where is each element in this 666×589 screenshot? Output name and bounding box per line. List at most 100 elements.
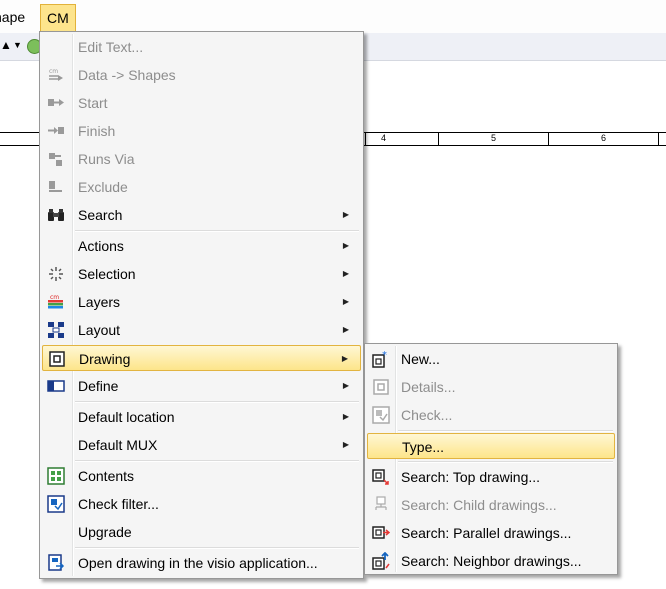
submenu-arrow-icon: ▶ bbox=[341, 354, 348, 363]
details-icon bbox=[373, 379, 389, 395]
menu-item-label: Data -> Shapes bbox=[78, 67, 176, 83]
menu-shape[interactable]: hape bbox=[0, 4, 31, 30]
menu-item-layout[interactable]: Layout ▶ bbox=[42, 317, 361, 343]
menu-item-label: Layout bbox=[78, 322, 121, 338]
submenu-arrow-icon: ▶ bbox=[342, 412, 349, 421]
menu-item-label: Open drawing in the visio application... bbox=[78, 555, 318, 571]
menu-item-default-location[interactable]: Default location ▶ bbox=[42, 404, 361, 430]
search-child-icon bbox=[375, 496, 387, 510]
menu-cm[interactable]: CM bbox=[40, 4, 76, 31]
pointer-icon[interactable]: ▲ bbox=[0, 38, 12, 52]
submenu-arrow-icon: ▶ bbox=[342, 269, 349, 278]
data-shapes-icon: cm bbox=[49, 68, 63, 81]
submenu-item-details[interactable]: Details... bbox=[367, 374, 615, 400]
menu-item-contents[interactable]: Contents bbox=[42, 463, 361, 489]
submenu-item-search-top[interactable]: Search: Top drawing... bbox=[367, 464, 615, 490]
menu-item-define[interactable]: Define ▶ bbox=[42, 373, 361, 399]
submenu-arrow-icon: ▶ bbox=[342, 297, 349, 306]
menu-item-selection[interactable]: Selection ▶ bbox=[42, 261, 361, 287]
submenu-item-search-child[interactable]: Search: Child drawings... bbox=[367, 492, 615, 518]
submenu-arrow-icon: ▶ bbox=[342, 381, 349, 390]
menu-separator bbox=[75, 401, 359, 403]
submenu-arrow-icon: ▶ bbox=[342, 210, 349, 219]
check-icon bbox=[372, 406, 390, 424]
menu-item-label: Type... bbox=[402, 439, 445, 455]
ruler-tick bbox=[658, 133, 659, 145]
menu-item-label: Check filter... bbox=[78, 496, 159, 512]
menu-item-label: Drawing bbox=[79, 351, 131, 367]
menu-item-label: Search: Parallel drawings... bbox=[401, 525, 572, 541]
menu-item-open-visio[interactable]: Open drawing in the visio application... bbox=[42, 550, 361, 576]
binoculars-icon bbox=[48, 209, 64, 221]
menu-separator bbox=[398, 430, 613, 432]
menu-item-label: Layers bbox=[78, 294, 121, 310]
menu-item-start[interactable]: Start bbox=[42, 90, 361, 116]
ruler-tick bbox=[548, 133, 549, 145]
menu-item-label: Edit Text... bbox=[78, 39, 144, 55]
menu-item-label: Default location bbox=[78, 409, 175, 425]
submenu-item-new[interactable]: * New... bbox=[367, 346, 615, 372]
start-icon bbox=[48, 99, 64, 106]
layers-icon: cm bbox=[48, 294, 63, 309]
menu-item-label: Details... bbox=[401, 379, 456, 395]
ruler-tick bbox=[438, 133, 439, 145]
cm-menu: Edit Text... cm Data -> Shapes Start Fin… bbox=[39, 31, 364, 579]
ruler-tick bbox=[365, 133, 366, 145]
menu-item-runs-via[interactable]: Runs Via bbox=[42, 146, 361, 172]
menu-item-actions[interactable]: Actions ▶ bbox=[42, 233, 361, 259]
menu-separator bbox=[75, 230, 359, 232]
menu-item-check-filter[interactable]: Check filter... bbox=[42, 491, 361, 517]
menu-item-label: Default MUX bbox=[78, 437, 158, 453]
runs-via-icon bbox=[49, 153, 62, 166]
search-neighbor-icon bbox=[372, 552, 390, 570]
ruler-label: 4 bbox=[381, 133, 387, 143]
finish-icon bbox=[48, 127, 64, 134]
dropdown-icon[interactable]: ▼ bbox=[13, 40, 22, 50]
define-icon bbox=[47, 380, 65, 392]
menu-item-label: Upgrade bbox=[78, 524, 132, 540]
menu-separator bbox=[398, 461, 613, 463]
submenu-arrow-icon: ▶ bbox=[342, 241, 349, 250]
menu-item-search[interactable]: Search ▶ bbox=[42, 202, 361, 228]
menu-item-label: Actions bbox=[78, 238, 124, 254]
menu-item-finish[interactable]: Finish bbox=[42, 118, 361, 144]
svg-text:cm: cm bbox=[49, 68, 58, 75]
check-filter-icon bbox=[47, 495, 65, 513]
menu-item-label: Selection bbox=[78, 266, 136, 282]
menu-item-label: Contents bbox=[78, 468, 135, 484]
submenu-item-search-parallel[interactable]: Search: Parallel drawings... bbox=[367, 520, 615, 546]
submenu-arrow-icon: ▶ bbox=[342, 325, 349, 334]
selection-icon bbox=[49, 267, 63, 281]
contents-icon bbox=[47, 467, 65, 485]
svg-text:cm: cm bbox=[50, 294, 59, 301]
submenu-item-check[interactable]: Check... bbox=[367, 402, 615, 428]
menu-item-label: Exclude bbox=[78, 179, 128, 195]
svg-text:*: * bbox=[382, 350, 387, 361]
menu-item-layers[interactable]: cm Layers ▶ bbox=[42, 289, 361, 315]
search-parallel-icon bbox=[372, 526, 390, 539]
menu-item-label: Runs Via bbox=[78, 151, 135, 167]
menu-item-label: Define bbox=[78, 378, 119, 394]
menu-item-label: Finish bbox=[78, 123, 116, 139]
layout-icon bbox=[48, 322, 64, 338]
visio-icon bbox=[48, 554, 65, 571]
submenu-item-search-neighbor[interactable]: Search: Neighbor drawings... bbox=[367, 548, 615, 574]
submenu-arrow-icon: ▶ bbox=[342, 440, 349, 449]
menu-item-exclude[interactable]: Exclude bbox=[42, 174, 361, 200]
menu-item-label: Start bbox=[78, 95, 108, 111]
menu-item-drawing[interactable]: Drawing ▶ bbox=[42, 345, 361, 371]
drawing-icon bbox=[49, 351, 65, 367]
menu-item-label: New... bbox=[401, 351, 440, 367]
new-drawing-icon: * bbox=[372, 350, 387, 368]
submenu-item-type[interactable]: Type... bbox=[367, 433, 615, 459]
menu-item-default-mux[interactable]: Default MUX ▶ bbox=[42, 432, 361, 458]
menu-item-label: Search: Top drawing... bbox=[401, 469, 541, 485]
menu-item-edit-text[interactable]: Edit Text... bbox=[42, 34, 361, 60]
menu-item-label: Search: Child drawings... bbox=[401, 497, 557, 513]
menu-item-data-shapes[interactable]: cm Data -> Shapes bbox=[42, 62, 361, 88]
menu-item-upgrade[interactable]: Upgrade bbox=[42, 519, 361, 545]
menu-item-label: Check... bbox=[401, 407, 453, 423]
search-top-icon bbox=[372, 469, 389, 485]
ruler-label: 6 bbox=[601, 133, 607, 143]
menubar: hape CM bbox=[0, 0, 666, 34]
